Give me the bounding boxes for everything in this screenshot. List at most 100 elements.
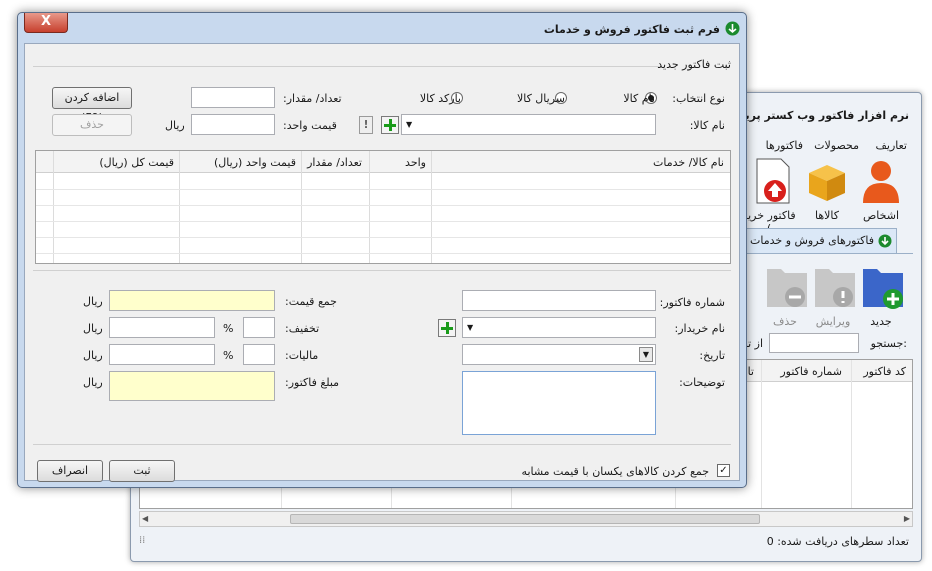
grid-divider [53,151,54,263]
notes-textarea[interactable] [462,371,656,435]
tab-sales-invoices[interactable]: فاکتورهای فروش و خدمات [737,228,897,254]
cancel-button[interactable]: انصراف [37,460,103,482]
invoice-amount-field [109,371,275,401]
invoice-no-label: شماره فاکتور: [659,296,725,309]
scroll-right-icon[interactable]: ▶ [904,514,910,523]
bottom-divider [33,444,731,445]
app-down-arrow-icon [725,21,740,36]
unit-price-input[interactable] [191,114,275,135]
menu-products[interactable]: محصولات [814,139,859,152]
from-to-label: از تا [744,337,763,350]
tax-label: مالیات: [285,349,319,362]
scroll-thumb[interactable] [290,514,760,524]
box-icon [809,165,845,201]
product-combo[interactable]: ▼ [401,114,656,135]
section-divider [33,66,659,67]
delete-button[interactable]: حذف [761,263,811,329]
tax-percent-input[interactable] [243,344,275,365]
sum-label: جمع قیمت: [285,295,337,308]
items-grid-header: نام کالا/ خدمات واحد تعداد/ مقدار قیمت و… [36,151,730,173]
unit-price-label: قیمت واحد: [283,119,337,132]
discount-rial: ریال [83,322,103,335]
new-folder-icon [863,269,903,309]
invoice-no-input[interactable] [462,290,656,311]
radio-serial-label[interactable]: سریال کالا [517,92,565,105]
submit-button[interactable]: ثبت [109,460,175,482]
notes-label: توضیحات: [679,376,725,389]
ribbon-goods-button[interactable]: کالاها [801,157,853,227]
sum-field [109,290,275,311]
invoice-amount-rial: ریال [83,376,103,389]
section-title: ثبت فاکتور جدید [657,58,731,71]
delete-button-label: حذف [773,315,797,328]
buyer-combo[interactable]: ▼ [462,317,656,338]
chevron-down-icon: ▼ [406,120,413,129]
merge-checkbox-label[interactable]: جمع کردن کالاهای یکسان با قیمت مشابه [522,465,709,478]
items-col-unit[interactable]: واحد [405,156,426,169]
status-count: 0 [766,535,774,548]
items-col-total[interactable]: قیمت کل (ریال) [99,156,174,169]
menu-definitions[interactable]: تعاریف [876,139,907,152]
purchase-invoice-icon [756,158,790,204]
discount-percent-sign: % [223,322,234,335]
ribbon-goods-label: کالاها [814,209,839,222]
edit-folder-icon [815,269,855,307]
items-col-qty[interactable]: تعداد/ مقدار [307,156,362,169]
grid-divider [761,360,762,508]
down-arrow-icon [878,234,892,248]
invoices-col-code[interactable]: کد فاکتور [863,365,906,378]
chevron-down-icon: ▼ [467,323,474,332]
ribbon-persons-label: اشخاص [862,209,900,222]
discount-amount-input[interactable] [109,317,215,338]
tax-rial: ریال [83,349,103,362]
form-divider [33,270,731,271]
tab-sales-invoices-label: فاکتورهای فروش و خدمات [750,234,874,247]
grid-divider [431,151,432,263]
sum-rial: ریال [83,295,103,308]
ribbon-persons-button[interactable]: اشخاص [855,157,907,227]
person-icon [863,161,899,203]
grid-divider [369,151,370,263]
calendar-dropdown-icon[interactable]: ▼ [639,347,653,362]
close-icon[interactable]: X [24,13,68,33]
menu-invoices[interactable]: فاکتورها [766,139,803,152]
search-input[interactable] [769,333,859,353]
edit-button[interactable]: ویرایش [809,263,859,329]
scroll-left-icon[interactable]: ◀ [142,514,148,523]
merge-checkbox[interactable]: ✓ [717,464,730,477]
qty-input[interactable] [191,87,275,108]
date-picker[interactable]: ▼ [462,344,656,365]
qty-label: تعداد/ مقدار: [283,92,342,105]
main-window-title: نرم افزار فاکتور وب کستر پرین [735,109,909,122]
items-col-name[interactable]: نام کالا/ خدمات [653,156,724,169]
radio-name-label[interactable]: نام کالا [623,92,655,105]
delete-item-button[interactable]: حذف [52,114,132,136]
buyer-label: نام خریدار: [674,322,726,335]
ribbon-purchase-button[interactable]: فاکتور خرید ( [742,157,799,235]
unit-price-rial: ریال [165,119,185,132]
status-bar: تعداد سطرهای دریافت شده: 0 [767,535,909,548]
status-label: تعداد سطرهای دریافت شده: [777,535,909,548]
delete-folder-icon [767,269,807,307]
items-grid[interactable]: نام کالا/ خدمات واحد تعداد/ مقدار قیمت و… [35,150,731,264]
invoices-col-number[interactable]: شماره فاکتور [780,365,842,378]
add-buyer-icon[interactable] [438,319,456,337]
grid-row-line [36,221,730,222]
add-button[interactable]: اضافه کردن (F9) [52,87,132,124]
horizontal-scrollbar[interactable]: ◀ ▶ [139,511,913,527]
items-col-unit-price[interactable]: قیمت واحد (ریال) [214,156,296,169]
grid-row-line [36,237,730,238]
new-button[interactable]: جدید [857,263,907,329]
invoices-col-more[interactable]: تا [748,365,754,378]
info-icon[interactable]: ! [359,116,373,134]
discount-percent-input[interactable] [243,317,275,338]
dialog-title: فرم ثبت فاکتور فروش و خدمات [543,23,720,36]
grid-divider [179,151,180,263]
grid-divider [851,360,852,508]
grid-row-line [36,253,730,254]
tax-amount-input[interactable] [109,344,215,365]
resize-grip-icon[interactable]: ⁞⁞ [139,535,145,546]
add-product-icon[interactable] [381,116,399,134]
date-label: تاریخ: [699,349,725,362]
radio-barcode-label[interactable]: بارکد کالا [420,92,461,105]
